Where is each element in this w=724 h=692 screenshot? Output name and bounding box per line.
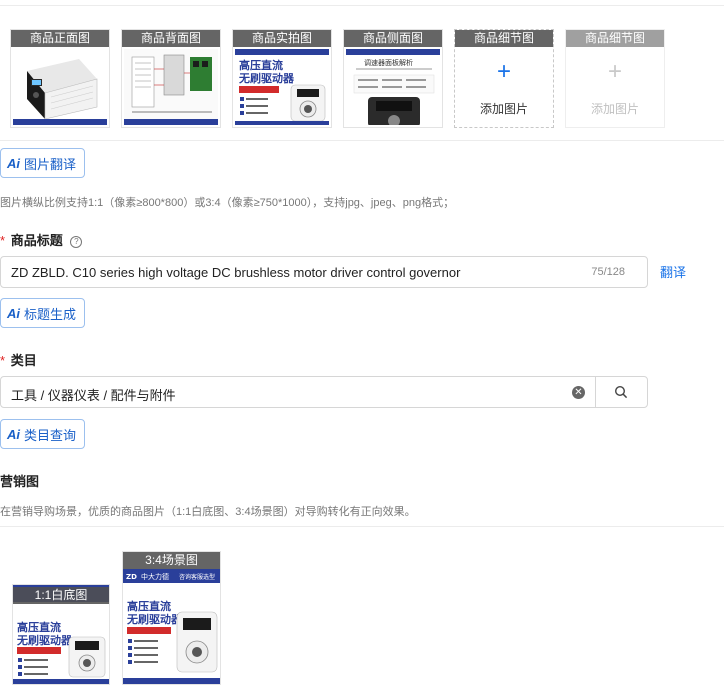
art-title-line2: 无刷驱动器 <box>238 71 295 85</box>
marketing-hint: 在营销导购场景，优质的商品图片（1:1白底图、3:4场景图）对导购转化有正向效果… <box>0 506 416 518</box>
category-search-button[interactable] <box>595 377 647 407</box>
marketing-label-text: 营销图 <box>0 474 40 489</box>
art-brand: ZD <box>126 573 137 581</box>
image-slot-caption: 商品侧面图 <box>344 30 442 47</box>
image-slot-real[interactable]: 商品实拍图 高压直流 无刷驱动器 <box>232 29 332 128</box>
product-photo-back <box>124 49 218 125</box>
image-slot-detail-add[interactable]: 商品细节图 + 添加图片 <box>454 29 554 128</box>
category-input[interactable]: 工具 / 仪器仪表 / 配件与附件 ✕ <box>0 376 648 408</box>
art-title-line1: 高压直流 <box>17 620 61 634</box>
art-side-head-sub: 咨询客服选型 <box>179 573 215 581</box>
image-slot-side[interactable]: 商品侧面图 调速器面板解析 <box>343 29 443 128</box>
search-icon <box>614 385 628 399</box>
ai-icon: Ai <box>7 155 20 171</box>
add-image-label: 添加图片 <box>590 102 639 116</box>
product-photo-side: 调速器面板解析 <box>346 49 440 125</box>
image-slot-back[interactable]: 商品背面图 <box>121 29 221 128</box>
marketing-label: 营销图 <box>0 471 39 490</box>
title-generate-label: 标题生成 <box>24 306 77 322</box>
product-photo-front <box>13 49 107 125</box>
art-title-line1: 高压直流 <box>239 58 283 72</box>
marketing-caption: 3:4场景图 <box>123 552 220 569</box>
art-side-head: 中大力德 <box>141 572 169 581</box>
category-label-text: 类目 <box>10 353 37 368</box>
clear-icon[interactable]: ✕ <box>572 386 585 399</box>
title-char-count: 75/128 <box>591 266 625 278</box>
image-translate-label: 图片翻译 <box>24 156 77 172</box>
image-slot-caption: 商品背面图 <box>122 30 220 47</box>
title-field-label: * 商品标题 ? <box>0 230 83 249</box>
top-divider <box>0 5 724 6</box>
plus-icon: + <box>496 58 511 85</box>
title-label-text: 商品标题 <box>10 233 63 248</box>
image-spec-hint: 图片横纵比例支持1:1（像素≥800*800）或3:4（像素≥750*1000）… <box>0 197 455 209</box>
image-slot-caption: 商品实拍图 <box>233 30 331 47</box>
image-slot-caption: 商品正面图 <box>11 30 109 47</box>
title-generate-button[interactable]: Ai 标题生成 <box>0 298 86 328</box>
product-image-gallery: 商品正面图 商品背面图 商品实拍图 高压直流 无刷驱动器 商品侧面图 调速器面板… <box>10 29 665 128</box>
image-slot-caption: 商品细节图 <box>566 30 664 47</box>
art-title-line2: 无刷驱动器 <box>16 633 73 647</box>
art-side-banner: 调速器面板解析 <box>364 58 413 67</box>
category-input-value: 工具 / 仪器仪表 / 配件与附件 <box>11 388 176 403</box>
translate-link[interactable]: 翻译 <box>660 262 686 281</box>
ai-icon: Ai <box>7 426 20 442</box>
add-image-label: 添加图片 <box>479 102 528 116</box>
plus-icon: + <box>607 58 622 85</box>
title-input[interactable]: ZD ZBLD. C10 series high voltage DC brus… <box>0 256 648 288</box>
ai-icon: Ai <box>7 305 20 321</box>
required-mark: * <box>0 233 6 248</box>
image-slot-front[interactable]: 商品正面图 <box>10 29 110 128</box>
category-query-label: 类目查询 <box>24 427 77 443</box>
marketing-photo-3x4: ZD 中大力德 咨询客服选型 高压直流 无刷驱动器 <box>123 552 220 684</box>
art-title-line2: 无刷驱动器 <box>126 612 183 626</box>
required-mark: * <box>0 353 6 368</box>
marketing-image-3x4[interactable]: ZD 中大力德 咨询客服选型 高压直流 无刷驱动器 3:4场景图 <box>122 551 221 685</box>
section-divider <box>0 526 724 527</box>
category-field-label: * 类目 <box>0 350 37 369</box>
marketing-caption: 1:1白底图 <box>13 587 109 604</box>
title-input-value: ZD ZBLD. C10 series high voltage DC brus… <box>11 265 461 280</box>
marketing-image-1x1[interactable]: 高压直流 无刷驱动器 1:1白底图 <box>12 584 110 685</box>
image-slot-detail-add-disabled: 商品细节图 + 添加图片 <box>565 29 665 128</box>
section-divider <box>0 140 724 141</box>
product-photo-real: 高压直流 无刷驱动器 <box>235 49 329 125</box>
art-title-line1: 高压直流 <box>127 599 171 613</box>
category-query-button[interactable]: Ai 类目查询 <box>0 419 86 449</box>
image-slot-caption: 商品细节图 <box>455 30 553 47</box>
help-icon[interactable]: ? <box>70 236 83 248</box>
image-translate-button[interactable]: Ai 图片翻译 <box>0 148 86 178</box>
